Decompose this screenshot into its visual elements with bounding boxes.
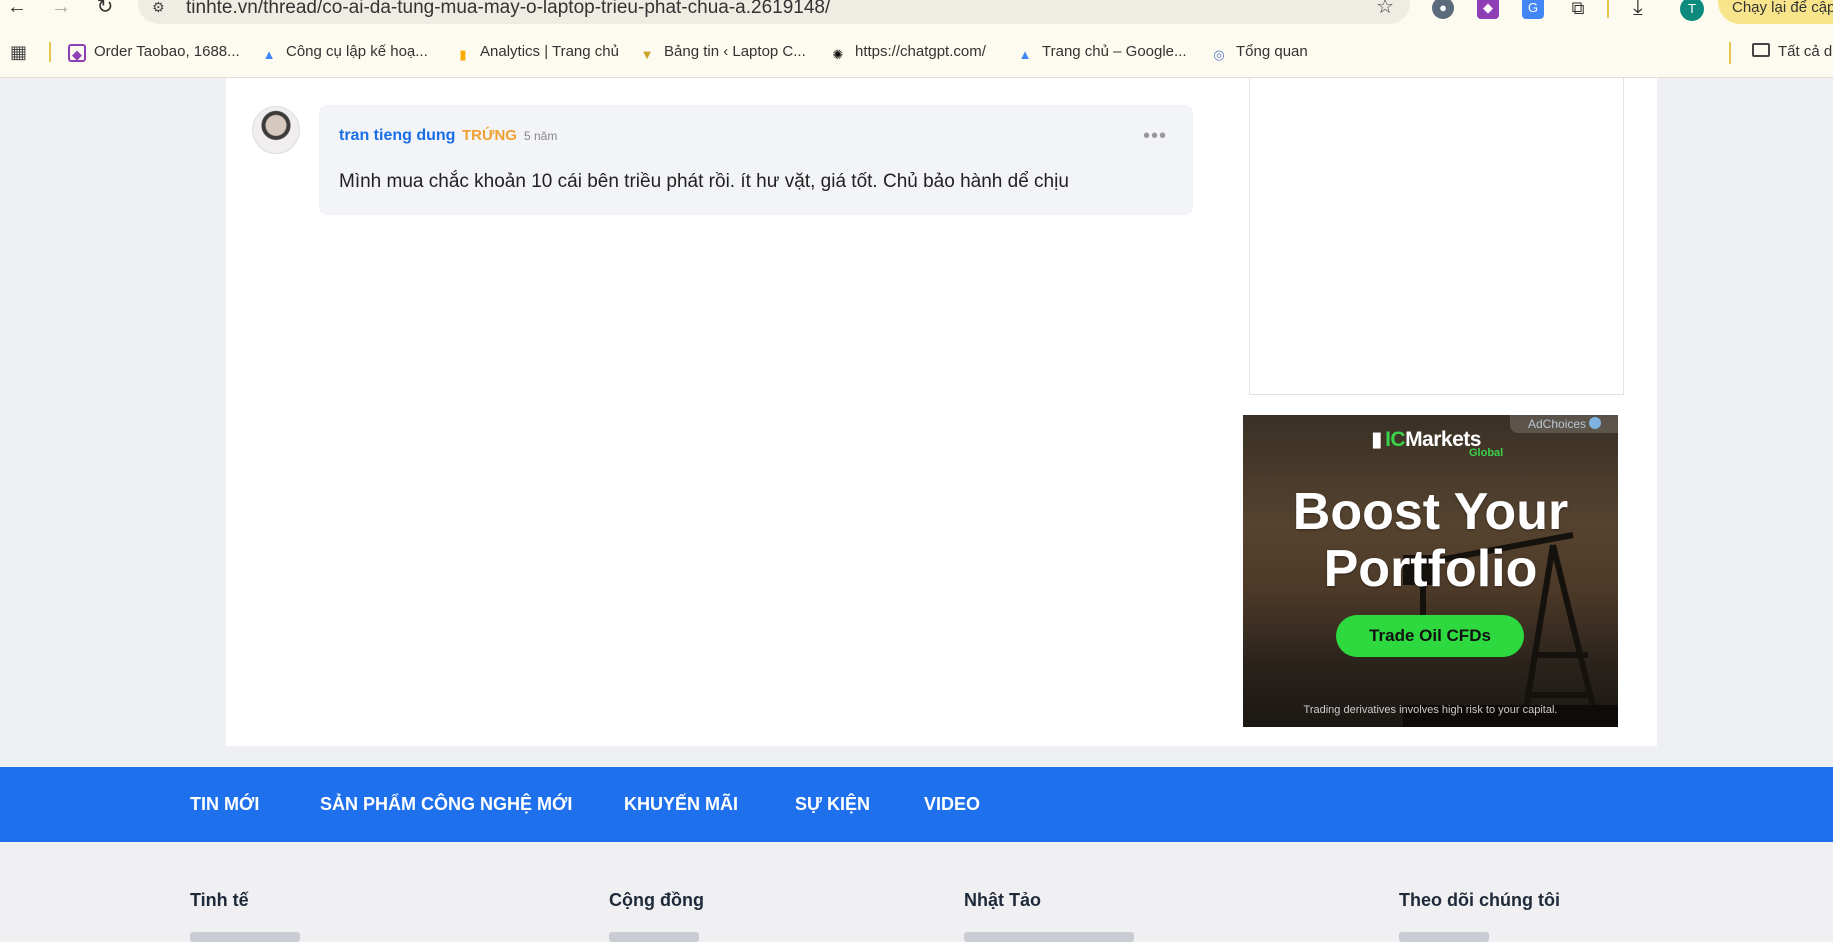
download-icon[interactable]: ⤓ (1633, 0, 1643, 18)
bookmark-item[interactable]: ▲ Công cụ lập kế hoạ... (260, 42, 428, 62)
comment-author[interactable]: tran tieng dung (339, 127, 455, 145)
ad-brand-logo: ▮ ICMarkets (1371, 428, 1481, 451)
google-ads-icon: ▲ (262, 47, 276, 62)
dashboard-icon: ▼ (640, 47, 654, 62)
site-settings-icon[interactable]: ⚙ (152, 0, 172, 14)
extension-translate-icon[interactable]: G (1522, 0, 1544, 19)
address-url[interactable]: tinhte.vn/thread/co-ai-da-tung-mua-may-o… (186, 0, 830, 18)
footer-link-partial[interactable] (609, 932, 699, 942)
all-bookmarks-folder[interactable]: Tất cả d (1752, 42, 1832, 62)
ad-brand-sub: Global (1469, 447, 1504, 459)
bookmarks-divider (49, 42, 51, 62)
nav-san-pham-cong-nghe-moi[interactable]: SẢN PHẨM CÔNG NGHỆ MỚI (320, 794, 572, 815)
bookmarks-divider (1729, 42, 1731, 64)
browser-toolbar: ← → ↻ ⚙ tinhte.vn/thread/co-ai-da-tung-m… (0, 0, 1833, 24)
footer-link-partial[interactable] (190, 932, 300, 942)
google-ads-icon: ▲ (1018, 47, 1032, 62)
ad-headline: Portfolio (1323, 540, 1538, 598)
chatgpt-icon: ✺ (832, 47, 844, 62)
bookmarks-bar: ▦ ◆ Order Taobao, 1688... ▲ Công cụ lập kế… (0, 38, 1833, 66)
back-arrow-icon[interactable]: ← (4, 0, 30, 18)
adchoices-icon (1589, 417, 1602, 429)
address-bar[interactable]: ⚙ tinhte.vn/thread/co-ai-da-tung-mua-may… (138, 0, 1410, 24)
ad-cta-button[interactable]: Trade Oil CFDs (1336, 615, 1524, 657)
bookmark-item[interactable]: ▮ Analytics | Trang chủ (454, 42, 619, 62)
apps-grid-icon[interactable]: ▦ (10, 42, 30, 62)
adchoices-label[interactable]: AdChoices (1510, 415, 1618, 433)
bookmark-item[interactable]: ◎ Tổng quan (1210, 42, 1307, 62)
footer-link-partial[interactable] (964, 932, 1134, 942)
nav-su-kien[interactable]: SỰ KIỆN (795, 794, 870, 815)
category-nav: TIN MỚI SẢN PHẨM CÔNG NGHỆ MỚI KHUYẾN MÃ… (0, 767, 1833, 842)
toolbar-divider (1607, 0, 1609, 18)
box-icon: ◆ (68, 44, 86, 62)
folder-icon (1752, 43, 1770, 57)
footer-heading-cong-dong: Cộng đồng (609, 890, 704, 910)
comment: tran tieng dung TRỨNG 5 năm ••• Mình mua… (319, 105, 1193, 215)
footer-heading-nhat-tao: Nhật Tảo (964, 890, 1042, 910)
more-options-icon[interactable]: ••• (1143, 125, 1167, 148)
bookmark-item[interactable]: ▲ Trang chủ – Google... (1016, 42, 1187, 62)
nav-video[interactable]: VIDEO (924, 794, 980, 815)
user-rank-badge: TRỨNG (462, 127, 517, 144)
bookmark-item[interactable]: ✺ https://chatgpt.com/ (829, 42, 986, 62)
overview-icon: ◎ (1213, 47, 1225, 62)
extension-box-icon[interactable]: ◆ (1477, 0, 1499, 19)
footer-heading-tinh-te: Tinh tế (190, 890, 249, 910)
comment-body: Mình mua chắc khoản 10 cái bên triều phá… (339, 171, 1069, 192)
bookmark-star-icon[interactable]: ☆ (1376, 0, 1394, 17)
bookmark-item[interactable]: ▼ Bảng tin ‹ Laptop C... (638, 42, 806, 62)
sidebar-widget (1249, 78, 1624, 395)
analytics-icon: ▮ (459, 47, 467, 62)
browser-chrome: ← → ↻ ⚙ tinhte.vn/thread/co-ai-da-tung-m… (0, 0, 1833, 78)
comment-time[interactable]: 5 năm (524, 129, 557, 143)
bookmark-item[interactable]: ◆ Order Taobao, 1688... (68, 42, 240, 62)
ad-headline: Boost Your (1292, 483, 1569, 541)
advertisement[interactable]: AdChoices ▮ ICMarkets Global Boost Your P… (1243, 415, 1618, 727)
footer-heading-theo-doi: Theo dõi chúng tôi (1399, 890, 1560, 910)
forward-arrow-icon[interactable]: → (48, 0, 74, 18)
avatar[interactable] (252, 106, 300, 154)
profile-avatar[interactable]: T (1680, 0, 1704, 21)
nav-khuyen-mai[interactable]: KHUYẾN MÃI (624, 794, 738, 815)
extension-globe-icon[interactable]: ● (1432, 0, 1454, 19)
footer-link-partial[interactable] (1399, 932, 1489, 942)
bars-icon: ▮ (1371, 428, 1383, 451)
nav-tin-moi[interactable]: TIN MỚI (190, 794, 259, 815)
footer: Tinh tế Cộng đồng Nhật Tảo Theo dõi chún… (0, 842, 1833, 942)
reload-icon[interactable]: ↻ (92, 0, 118, 18)
ad-disclaimer: Trading derivatives involves high risk t… (1303, 704, 1558, 716)
update-button[interactable]: Chạy lại để cập (1718, 0, 1833, 24)
extensions-puzzle-icon[interactable]: ⧉ (1567, 0, 1589, 19)
